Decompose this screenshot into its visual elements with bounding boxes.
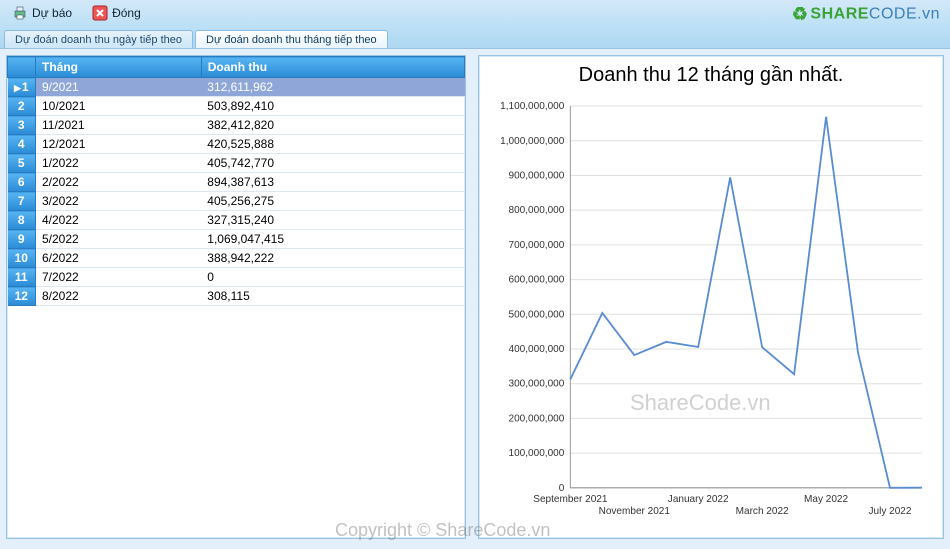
row-number-cell[interactable]: 2 <box>8 97 36 116</box>
cell-thang: 8/2022 <box>36 287 202 306</box>
svg-text:January 2022: January 2022 <box>668 494 729 505</box>
cell-thang: 10/2021 <box>36 97 202 116</box>
table-row[interactable]: 210/2021503,892,410 <box>8 97 465 116</box>
row-number-cell[interactable]: 10 <box>8 249 36 268</box>
cell-thang: 11/2021 <box>36 116 202 135</box>
svg-text:March 2022: March 2022 <box>736 506 789 517</box>
chart-area: 0 100,000,000 200,000,000 300,000,000 400,00… <box>489 96 933 528</box>
cell-doanhthu: 405,742,770 <box>201 154 464 173</box>
cell-doanhthu: 308,115 <box>201 287 464 306</box>
row-number-cell[interactable]: 5 <box>8 154 36 173</box>
table-row[interactable]: 84/2022327,315,240 <box>8 211 465 230</box>
cell-thang: 6/2022 <box>36 249 202 268</box>
chart-title: Doanh thu 12 tháng gần nhất. <box>479 64 943 87</box>
row-number-cell[interactable]: 6 <box>8 173 36 192</box>
col-doanhthu[interactable]: Doanh thu <box>201 57 464 78</box>
close-button[interactable]: Đóng <box>86 3 147 23</box>
svg-text:500,000,000: 500,000,000 <box>509 309 565 320</box>
svg-text:1,000,000,000: 1,000,000,000 <box>500 136 565 147</box>
tab-0[interactable]: Dự đoán doanh thu ngày tiếp theo <box>4 30 193 48</box>
row-number-cell[interactable]: 8 <box>8 211 36 230</box>
row-number-cell[interactable]: 4 <box>8 135 36 154</box>
col-rownum[interactable] <box>8 57 36 78</box>
cell-doanhthu: 0 <box>201 268 464 287</box>
table-row[interactable]: 95/20221,069,047,415 <box>8 230 465 249</box>
line-chart: 0 100,000,000 200,000,000 300,000,000 400,00… <box>489 96 933 528</box>
cell-doanhthu: 327,315,240 <box>201 211 464 230</box>
col-thang[interactable]: Tháng <box>36 57 202 78</box>
svg-text:200,000,000: 200,000,000 <box>509 413 565 424</box>
cell-doanhthu: 1,069,047,415 <box>201 230 464 249</box>
cell-thang: 4/2022 <box>36 211 202 230</box>
svg-text:400,000,000: 400,000,000 <box>509 344 565 355</box>
cell-doanhthu: 312,611,962 <box>201 78 464 97</box>
chart-pane: Doanh thu 12 tháng gần nhất. 0 100,000,00… <box>478 55 944 539</box>
row-number-cell[interactable]: 9 <box>8 230 36 249</box>
table-row[interactable]: 117/20220 <box>8 268 465 287</box>
svg-text:800,000,000: 800,000,000 <box>509 205 565 216</box>
table-row[interactable]: 128/2022308,115 <box>8 287 465 306</box>
row-number-cell[interactable]: 7 <box>8 192 36 211</box>
cell-thang: 12/2021 <box>36 135 202 154</box>
cell-thang: 5/2022 <box>36 230 202 249</box>
table-row[interactable]: 51/2022405,742,770 <box>8 154 465 173</box>
cell-doanhthu: 894,387,613 <box>201 173 464 192</box>
svg-text:0: 0 <box>559 483 565 494</box>
printer-icon <box>12 5 28 21</box>
cell-doanhthu: 420,525,888 <box>201 135 464 154</box>
forecast-label: Dự báo <box>32 6 72 20</box>
table-row[interactable]: 412/2021420,525,888 <box>8 135 465 154</box>
table-row[interactable]: 106/2022388,942,222 <box>8 249 465 268</box>
recycle-icon: ♻ <box>792 4 809 24</box>
cell-doanhthu: 388,942,222 <box>201 249 464 268</box>
row-number-cell[interactable]: 11 <box>8 268 36 287</box>
close-label: Đóng <box>112 6 141 20</box>
svg-text:September 2021: September 2021 <box>533 494 608 505</box>
cell-doanhthu: 382,412,820 <box>201 116 464 135</box>
cell-doanhthu: 405,256,275 <box>201 192 464 211</box>
svg-text:100,000,000: 100,000,000 <box>509 448 565 459</box>
svg-text:1,100,000,000: 1,100,000,000 <box>500 101 565 112</box>
cell-thang: 7/2022 <box>36 268 202 287</box>
svg-text:700,000,000: 700,000,000 <box>509 240 565 251</box>
revenue-table-pane: Tháng Doanh thu ▶19/2021312,611,962210/2… <box>6 55 466 539</box>
revenue-table[interactable]: Tháng Doanh thu ▶19/2021312,611,962210/2… <box>7 56 465 306</box>
svg-text:900,000,000: 900,000,000 <box>509 170 565 181</box>
cell-thang: 3/2022 <box>36 192 202 211</box>
cell-thang: 1/2022 <box>36 154 202 173</box>
row-number-cell[interactable]: 3 <box>8 116 36 135</box>
row-number-cell[interactable]: ▶1 <box>8 78 36 97</box>
row-number-cell[interactable]: 12 <box>8 287 36 306</box>
cell-doanhthu: 503,892,410 <box>201 97 464 116</box>
svg-text:600,000,000: 600,000,000 <box>509 275 565 286</box>
cell-thang: 9/2021 <box>36 78 202 97</box>
close-icon <box>92 5 108 21</box>
svg-text:November 2021: November 2021 <box>599 506 671 517</box>
svg-text:May 2022: May 2022 <box>804 494 848 505</box>
table-row[interactable]: 73/2022405,256,275 <box>8 192 465 211</box>
logo: ♻SHARECODE.vn <box>792 4 940 25</box>
svg-text:300,000,000: 300,000,000 <box>509 379 565 390</box>
forecast-button[interactable]: Dự báo <box>6 3 78 23</box>
table-row[interactable]: 62/2022894,387,613 <box>8 173 465 192</box>
table-row[interactable]: 311/2021382,412,820 <box>8 116 465 135</box>
svg-text:July 2022: July 2022 <box>869 506 912 517</box>
table-row[interactable]: ▶19/2021312,611,962 <box>8 78 465 97</box>
tab-1[interactable]: Dự đoán doanh thu tháng tiếp theo <box>195 30 388 48</box>
tabstrip: Dự đoán doanh thu ngày tiếp theoDự đoán … <box>0 26 950 48</box>
content-area: Tháng Doanh thu ▶19/2021312,611,962210/2… <box>0 48 950 549</box>
cell-thang: 2/2022 <box>36 173 202 192</box>
